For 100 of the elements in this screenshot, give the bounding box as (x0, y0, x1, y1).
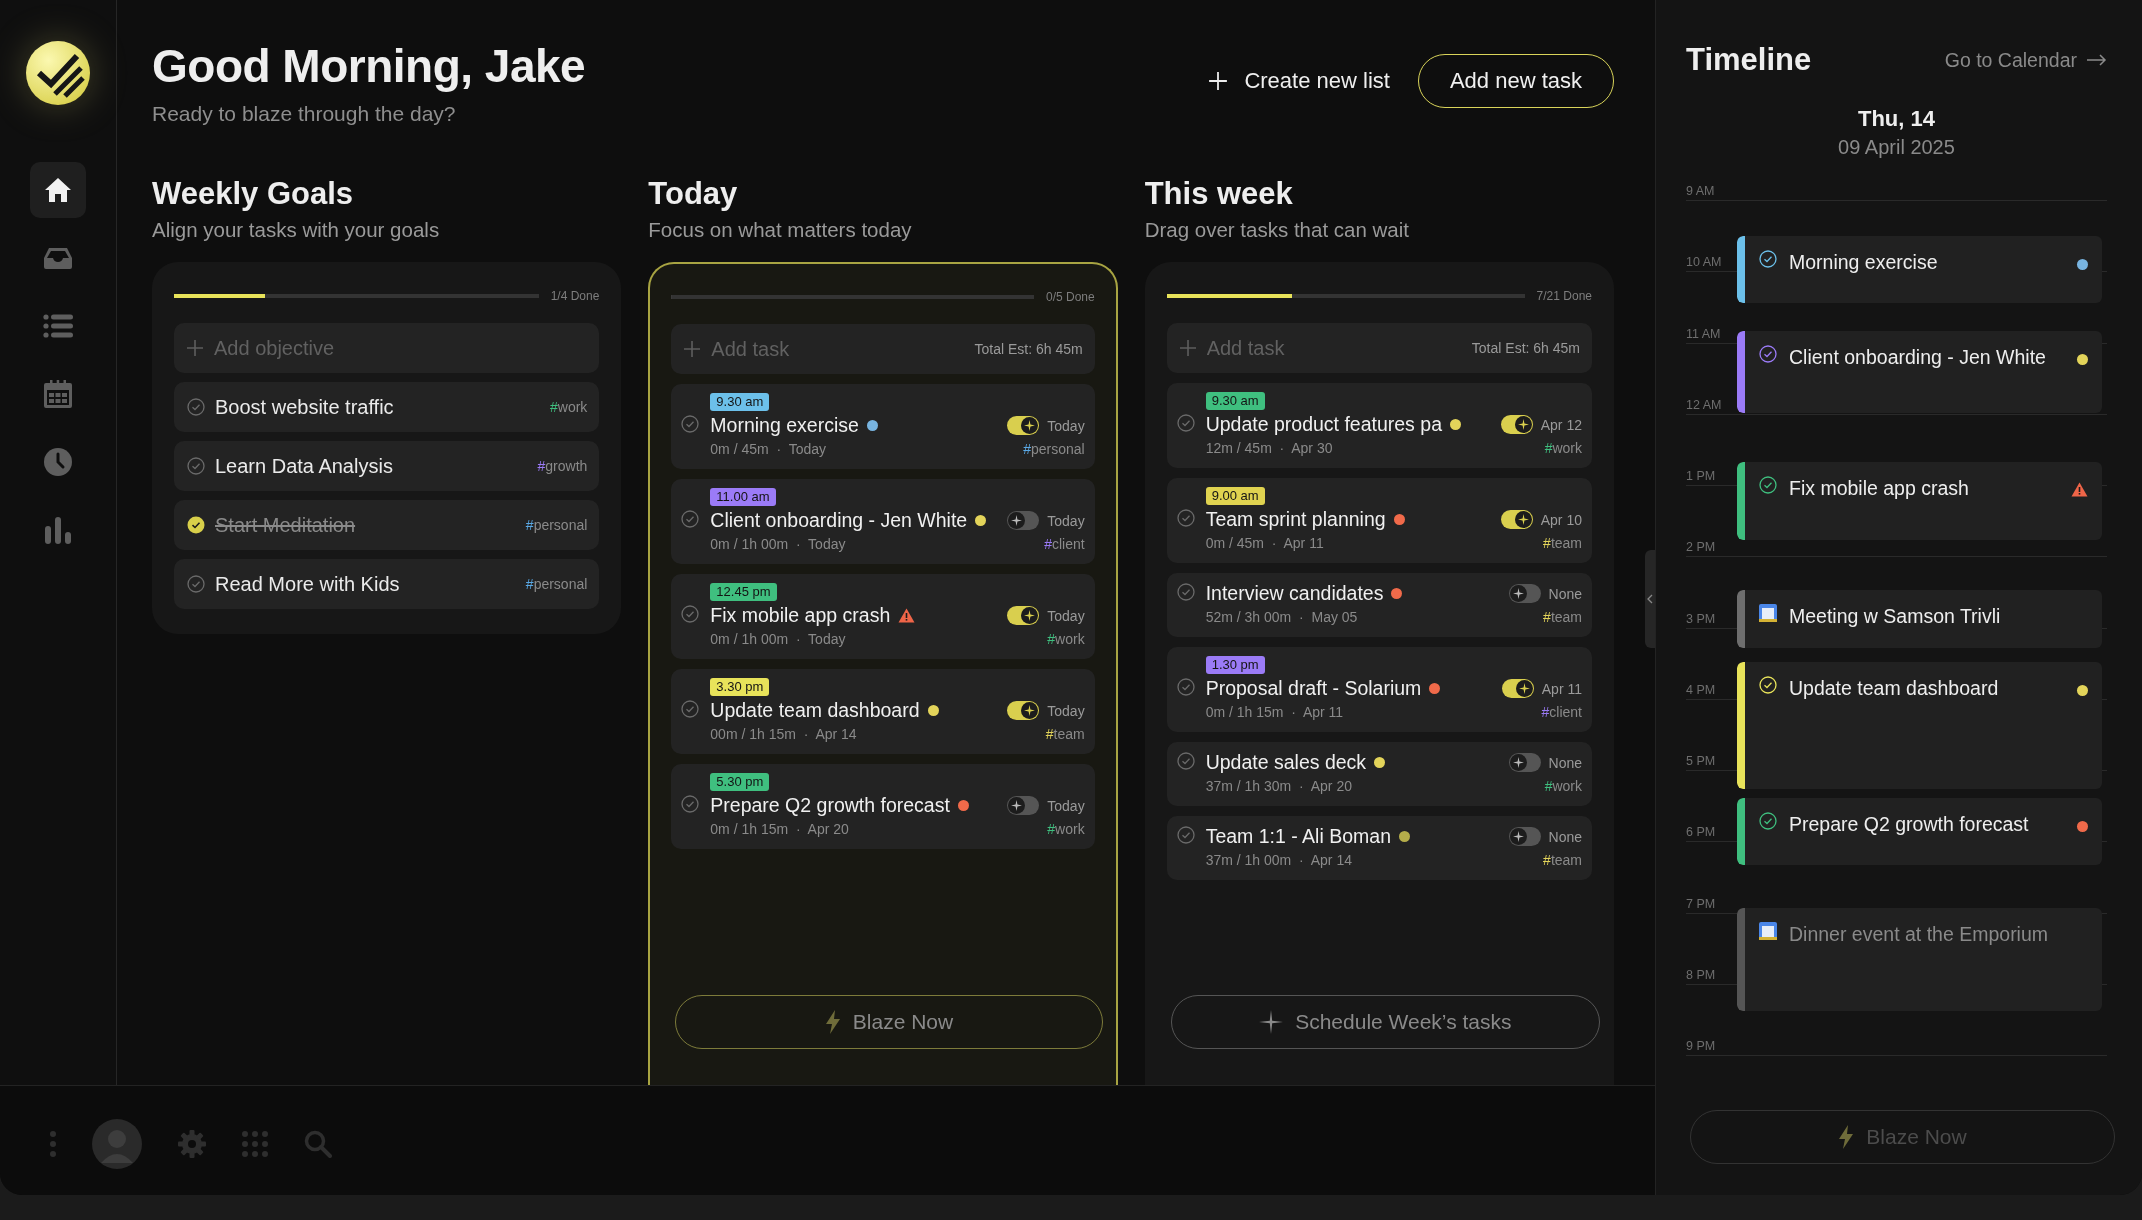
check-circle-icon[interactable] (1759, 476, 1777, 494)
check-circle-icon[interactable] (1176, 825, 1195, 844)
calendar-link[interactable]: Go to Calendar (1944, 48, 2107, 72)
add-task-input[interactable]: Add task (709, 336, 967, 362)
check-circle-icon[interactable] (681, 604, 700, 623)
warning-icon (898, 608, 916, 623)
tag-label[interactable]: #client (1541, 704, 1582, 720)
add-task-button[interactable]: Add new task (1417, 54, 1614, 108)
tag-label[interactable]: #personal (525, 576, 588, 592)
check-circle-icon[interactable] (1759, 345, 1777, 363)
timeline-event[interactable]: Morning exercise (1737, 236, 2102, 303)
collapse-handle[interactable] (1645, 550, 1655, 648)
check-circle-icon[interactable] (187, 516, 205, 534)
tag-label[interactable]: #client (1044, 536, 1085, 552)
logo[interactable] (25, 40, 91, 106)
goal-item[interactable]: Learn Data Analysis #growth (174, 441, 600, 491)
tag-label[interactable]: #work (1047, 821, 1085, 837)
timeline-event[interactable]: Meeting w Samson Trivli (1737, 590, 2102, 648)
goal-item[interactable]: Boost website traffic #work (174, 382, 600, 432)
tag-label[interactable]: #team (1543, 609, 1582, 625)
check-circle-icon[interactable] (1176, 751, 1195, 770)
timeline-event[interactable]: Prepare Q2 growth forecast (1737, 798, 2102, 865)
goal-item[interactable]: Read More with Kids #personal (174, 559, 600, 609)
task-card[interactable]: Update sales deck None 37m / 1h 30m · Apr 20 #work (1166, 742, 1592, 806)
check-circle-icon[interactable] (681, 414, 700, 433)
task-card[interactable]: 9.30 am Morning exercise Today 0m / 45m · Today #personal (671, 384, 1095, 469)
task-meta: 0m / 1h 15m · Apr 11 (1205, 704, 1345, 720)
goal-item[interactable]: Start Meditation #personal (174, 500, 600, 550)
auto-schedule-toggle[interactable] (1501, 679, 1534, 698)
auto-schedule-toggle[interactable] (1508, 584, 1541, 603)
auto-schedule-toggle[interactable] (1007, 796, 1040, 815)
tag-label[interactable]: #team (1045, 726, 1085, 742)
add-task-input[interactable]: Add task (1204, 335, 1464, 361)
tag-label[interactable]: #team (1543, 852, 1582, 868)
task-card[interactable]: 11.00 am Client onboarding - Jen White Today 0m / 1h 00m · Today #client (671, 479, 1095, 564)
event-title: Fix mobile app crash (1789, 476, 1970, 500)
task-title: Update product features pa (1205, 413, 1442, 436)
event-title: Morning exercise (1789, 250, 1939, 274)
task-card[interactable]: Interview candidates None 52m / 3h 00m · May 05 #team (1166, 573, 1592, 637)
timeline-event[interactable]: Update team dashboard (1737, 662, 2102, 789)
check-circle-icon[interactable] (1176, 413, 1195, 432)
check-circle-icon[interactable] (681, 509, 700, 528)
schedule-date: Apr 12 (1540, 416, 1582, 433)
add-task-field[interactable]: Add task Total Est: 6h 45m (1166, 323, 1592, 373)
avatar[interactable] (92, 1118, 142, 1169)
tag-label[interactable]: #team (1543, 535, 1582, 551)
task-card[interactable]: 9.00 am Team sprint planning Apr 10 0m / 45m · Apr 11 #team (1166, 478, 1592, 563)
task-card[interactable]: 9.30 am Update product features pa Apr 12 12m / 45m · Apr 30 #work (1166, 383, 1592, 468)
sparkle-icon (1518, 683, 1530, 694)
check-circle-icon[interactable] (1176, 582, 1195, 601)
plus-icon (186, 339, 204, 357)
task-title: Prepare Q2 growth forecast (710, 794, 950, 817)
auto-schedule-toggle[interactable] (1007, 701, 1040, 720)
schedule-date: Today (1047, 512, 1085, 529)
tag-label[interactable]: #work (1544, 440, 1582, 456)
task-card[interactable]: Team 1:1 - Ali Boman None 37m / 1h 00m · Apr 14 #team (1166, 816, 1592, 880)
column-subtitle: Focus on what matters today (648, 218, 913, 242)
auto-schedule-toggle[interactable] (1500, 510, 1533, 529)
check-circle-icon[interactable] (681, 794, 700, 813)
auto-schedule-toggle[interactable] (1007, 606, 1040, 625)
tag-label[interactable]: #personal (1023, 441, 1085, 457)
check-circle-icon[interactable] (1176, 677, 1195, 696)
check-circle-icon[interactable] (1759, 250, 1777, 268)
task-card[interactable]: 12.45 pm Fix mobile app crash Today 0m / 1h 00m · Today #work (671, 574, 1095, 659)
task-title: Client onboarding - Jen White (710, 509, 968, 532)
column-subtitle: Align your tasks with your goals (152, 218, 441, 242)
auto-schedule-toggle[interactable] (1500, 415, 1533, 434)
sparkle-icon (1024, 610, 1036, 621)
check-circle-icon[interactable] (1176, 508, 1195, 527)
nav-item[interactable] (30, 162, 86, 218)
auto-schedule-toggle[interactable] (1007, 511, 1040, 530)
timeline-event[interactable]: Dinner event at the Emporium (1737, 908, 2102, 1011)
schedule-date: Apr 10 (1540, 511, 1582, 528)
check-circle-icon[interactable] (681, 699, 700, 718)
tag-label[interactable]: #growth (537, 458, 588, 474)
add-objective-field[interactable]: Add objective (174, 323, 600, 373)
check-circle-icon[interactable] (187, 575, 205, 593)
add-objective-input[interactable]: Add objective (212, 335, 588, 361)
sparkle-icon (1512, 757, 1524, 768)
column-title: This week (1144, 176, 1294, 212)
tag-label[interactable]: #work (1047, 631, 1085, 647)
create-list-button[interactable]: Create new list (1208, 68, 1390, 94)
auto-schedule-toggle[interactable] (1007, 416, 1040, 435)
check-circle-icon[interactable] (1759, 812, 1777, 830)
auto-schedule-toggle[interactable] (1508, 827, 1541, 846)
task-card[interactable]: 1.30 pm Proposal draft - Solarium Apr 11 0m / 1h 15m · Apr 11 #client (1166, 647, 1592, 732)
tag-label[interactable]: #personal (525, 517, 588, 533)
progress-label: 0/5 Done (1045, 290, 1095, 304)
add-task-field[interactable]: Add task Total Est: 6h 45m (671, 324, 1095, 374)
check-circle-icon[interactable] (187, 457, 205, 475)
task-card[interactable]: 3.30 pm Update team dashboard Today 00m / 1h 15m · Apr 14 #team (671, 669, 1095, 754)
check-circle-icon[interactable] (187, 398, 205, 416)
tag-label[interactable]: #work (1544, 778, 1582, 794)
task-card[interactable]: 5.30 pm Prepare Q2 growth forecast Today 0m / 1h 15m · Apr 20 #work (671, 764, 1095, 849)
auto-schedule-toggle[interactable] (1508, 753, 1541, 772)
event-title: Dinner event at the Emporium (1789, 922, 2050, 946)
timeline-event[interactable]: Fix mobile app crash (1737, 462, 2102, 540)
tag-label[interactable]: #work (549, 399, 588, 415)
timeline-event[interactable]: Client onboarding - Jen White (1737, 331, 2102, 413)
hour-label: 10 AM (1686, 255, 1722, 271)
